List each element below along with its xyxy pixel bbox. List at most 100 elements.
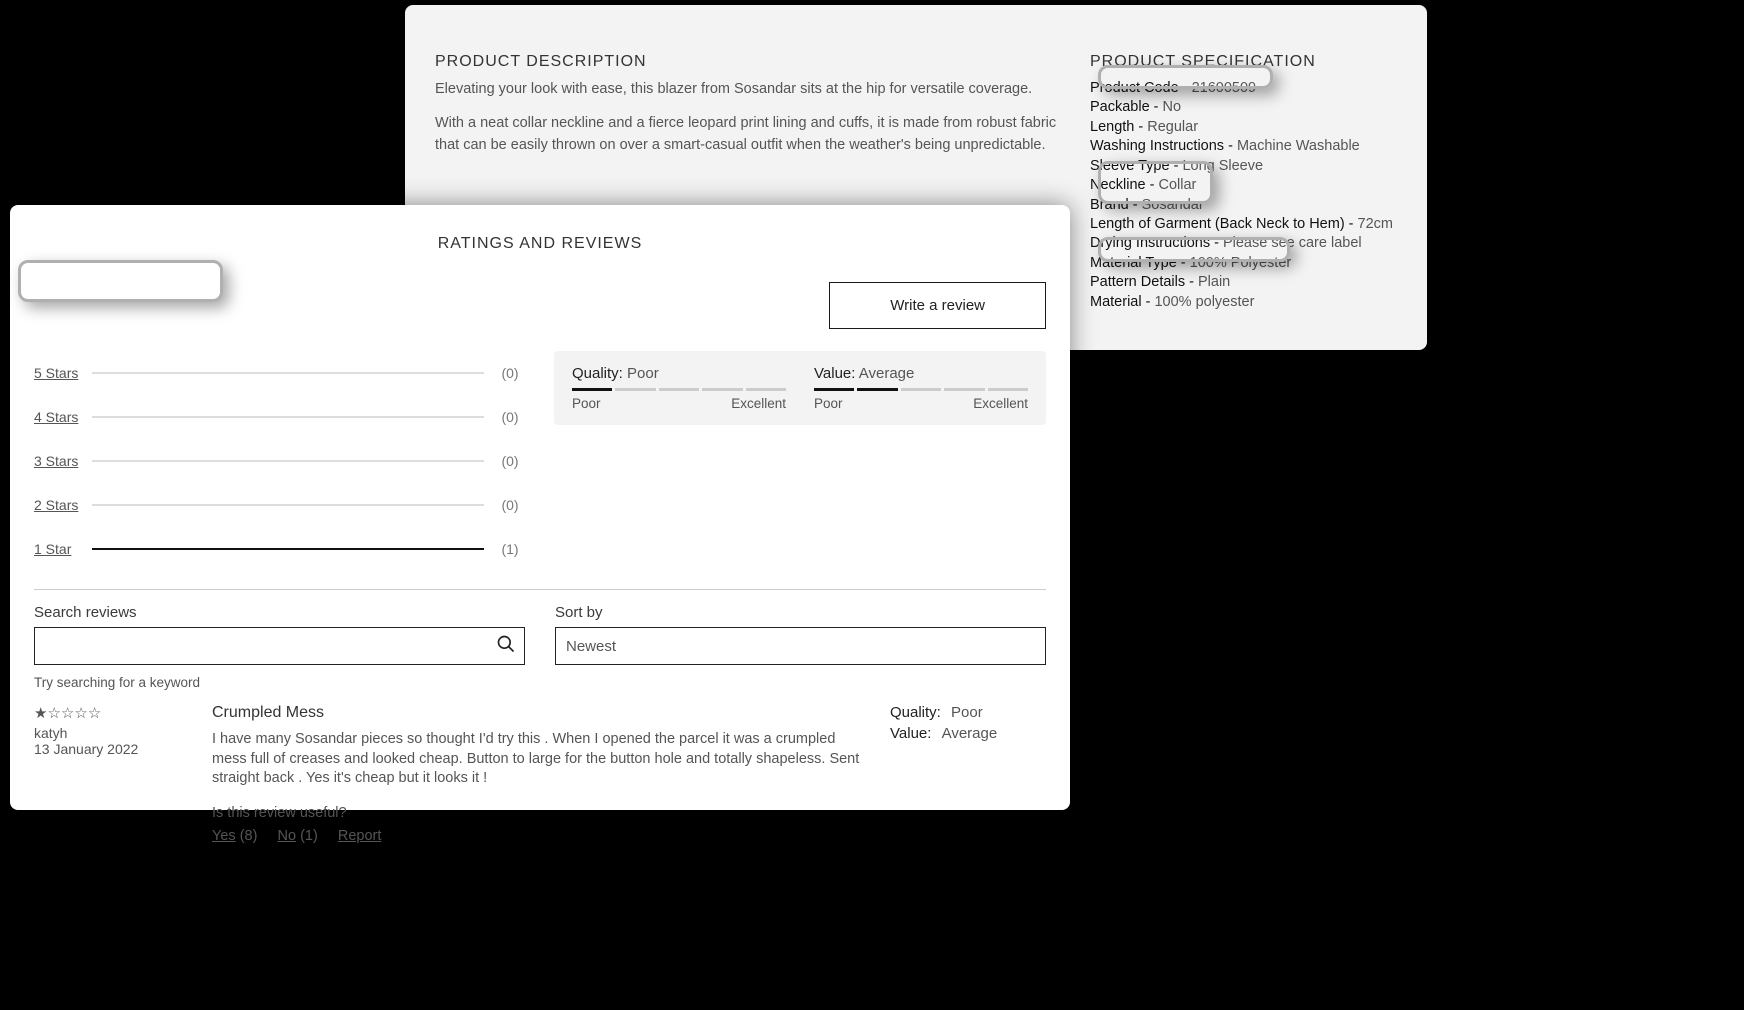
sort-select[interactable]: Newest (555, 627, 1046, 665)
star-icon (99, 284, 111, 302)
spec-value: 100% Polyester (1190, 255, 1292, 271)
review-value-value: Average (942, 725, 998, 742)
distribution-label[interactable]: 1 Star (34, 541, 80, 557)
search-input[interactable] (43, 634, 496, 659)
useful-no-link[interactable]: No (277, 828, 296, 844)
spec-label: Pattern Details (1090, 274, 1185, 290)
value-label: Value: (814, 365, 855, 382)
review-actions: Yes (8) No (1) Report (212, 828, 862, 844)
star-icon (112, 284, 124, 302)
review-quality-value: Quality: Poor Value: Average (890, 704, 1040, 844)
rating-distribution: 5 Stars (0) 4 Stars (0) 3 Stars (0) 2 Stars (0)… (34, 351, 524, 571)
distribution-row: 5 Stars (0) (34, 351, 524, 395)
scale-high: Excellent (731, 396, 786, 411)
segment (988, 388, 1028, 391)
star-icon (85, 284, 97, 302)
divider (34, 589, 1046, 590)
summary-grid: 5 Stars (0) 4 Stars (0) 3 Stars (0) 2 Stars (0)… (34, 351, 1046, 571)
distribution-bar (92, 372, 484, 374)
spec-row: Material - 100% polyester (1090, 293, 1397, 312)
distribution-bar (92, 504, 484, 506)
star-icon (47, 704, 59, 722)
distribution-label[interactable]: 5 Stars (34, 365, 80, 381)
useful-yes-count: (8) (240, 828, 258, 844)
review-date: 13 January 2022 (34, 741, 184, 757)
review-item-stars (34, 704, 100, 722)
spec-row: Product Code - 21600509 (1090, 79, 1397, 98)
useful-yes-link[interactable]: Yes (212, 828, 236, 844)
spec-row: Material Type - 100% Polyester (1090, 254, 1397, 273)
star-icon (88, 704, 100, 722)
spec-dash: - (1142, 294, 1155, 310)
distribution-count: (0) (496, 497, 524, 513)
spec-value: 100% polyester (1154, 294, 1254, 310)
review-value: Value: Average (890, 725, 1040, 742)
value-item: Value: Average Poor Excellent (814, 365, 1028, 411)
spec-row: Drying Instructions - Please see care la… (1090, 234, 1397, 253)
review-author: katyh (34, 725, 184, 741)
value-segbar (814, 388, 1028, 391)
spec-value: Please see care label (1223, 235, 1362, 251)
reviews-card: RATINGS AND REVIEWS 1 / 5 1 Review Write… (10, 205, 1070, 810)
specification-heading: PRODUCT SPECIFICATION (1090, 53, 1397, 71)
spec-value: Machine Washable (1237, 138, 1360, 154)
spec-value: Collar (1159, 177, 1197, 193)
quality-title: Quality: Poor (572, 365, 786, 382)
segment (572, 388, 612, 391)
segment (615, 388, 655, 391)
segment (857, 388, 897, 391)
spec-row: Packable - No (1090, 98, 1397, 117)
spec-label: Drying Instructions (1090, 235, 1210, 251)
distribution-label[interactable]: 3 Stars (34, 453, 80, 469)
search-label: Search reviews (34, 604, 525, 621)
spec-dash: - (1177, 255, 1190, 271)
sort-value: Newest (566, 638, 616, 655)
scale-high: Excellent (973, 396, 1028, 411)
star-icon (125, 284, 137, 302)
spec-label: Length of Garment (Back Neck to Hem) (1090, 216, 1345, 232)
spec-dash: - (1224, 138, 1237, 154)
spec-dash: - (1345, 216, 1358, 232)
spec-dash: - (1146, 177, 1159, 193)
spec-row: Sleeve Type - Long Sleeve (1090, 157, 1397, 176)
report-link[interactable]: Report (338, 828, 382, 844)
description-para-2: With a neat collar neckline and a fierce… (435, 113, 1060, 157)
spec-dash: - (1170, 158, 1183, 174)
scale-low: Poor (572, 396, 601, 411)
distribution-bar (92, 416, 484, 418)
star-icon (61, 704, 73, 722)
distribution-label[interactable]: 4 Stars (34, 409, 80, 425)
review-count: 1 Review (159, 285, 217, 301)
spec-label: Washing Instructions (1090, 138, 1224, 154)
distribution-count: (0) (496, 365, 524, 381)
review-useful-question: Is this review useful? (212, 805, 862, 821)
distribution-row: 1 Star(1) (34, 527, 524, 571)
segment (814, 388, 854, 391)
review-quality-label: Quality: (890, 704, 941, 721)
spec-row: Brand - Sosandar (1090, 196, 1397, 215)
quality-scale: Poor Excellent (572, 396, 786, 411)
segment (901, 388, 941, 391)
search-box[interactable] (34, 627, 525, 665)
spec-label: Packable (1090, 99, 1150, 115)
write-review-button[interactable]: Write a review (829, 282, 1046, 329)
search-icon[interactable] (496, 634, 516, 659)
spec-row: Length of Garment (Back Neck to Hem) - 7… (1090, 215, 1397, 234)
scale-low: Poor (814, 396, 843, 411)
spec-value: No (1163, 99, 1182, 115)
spec-value: Regular (1147, 119, 1198, 135)
review-body: Crumpled Mess I have many Sosandar piece… (212, 704, 862, 844)
spec-value: Long Sleeve (1182, 158, 1263, 174)
spec-dash: - (1150, 99, 1163, 115)
rating-stars (85, 284, 151, 302)
spec-dash: - (1210, 235, 1223, 251)
spec-value: Sosandar (1142, 197, 1204, 213)
distribution-label[interactable]: 2 Stars (34, 497, 80, 513)
spec-row: Neckline - Collar (1090, 176, 1397, 195)
description-para-1: Elevating your look with ease, this blaz… (435, 79, 1060, 101)
distribution-count: (0) (496, 409, 524, 425)
spec-label: Neckline (1090, 177, 1146, 193)
rating-summary: 1 / 5 1 Review (34, 277, 227, 309)
distribution-bar-fill (92, 548, 484, 550)
quality-value: Poor (627, 365, 659, 382)
